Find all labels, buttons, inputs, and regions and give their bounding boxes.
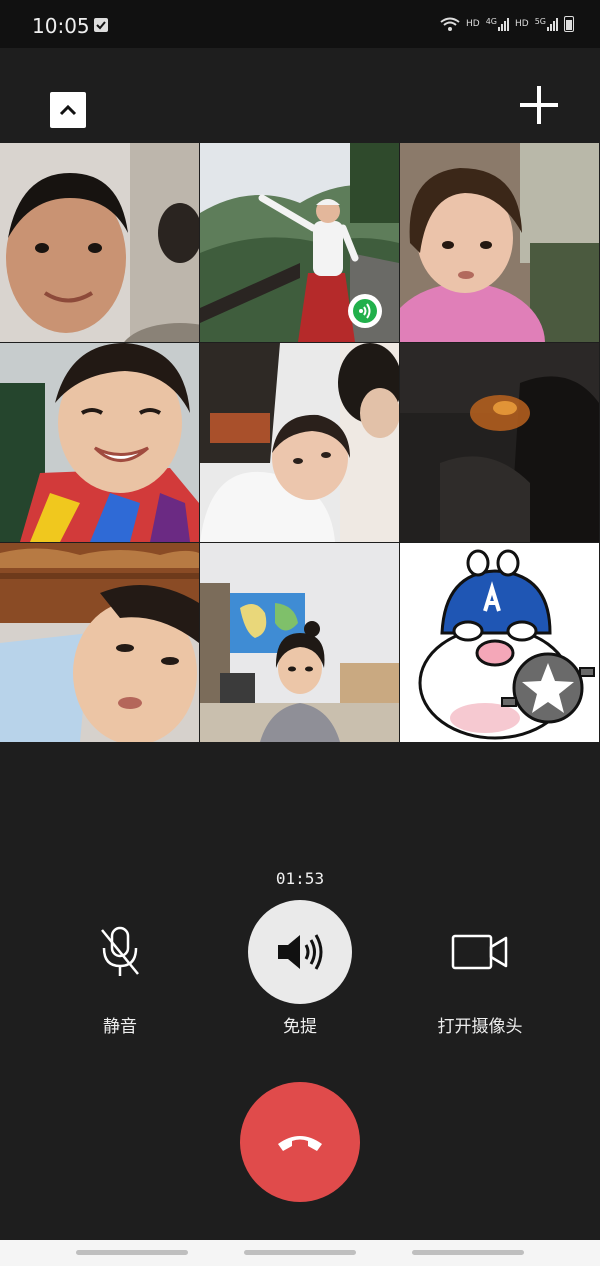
- status-bar: 10:05 HD 4G HD 5G: [0, 0, 600, 48]
- participant-tile-3[interactable]: [400, 143, 599, 342]
- camera-button[interactable]: 打开摄像头: [400, 900, 560, 1037]
- speaker-label: 免提: [283, 1017, 317, 1037]
- wifi-icon: [440, 17, 460, 31]
- 4g-label: 4G: [485, 17, 497, 26]
- call-timer: 01:53: [275, 869, 325, 888]
- system-navigation-bar: [0, 1240, 600, 1266]
- plus-icon: [520, 86, 558, 124]
- battery-icon: [564, 16, 574, 32]
- signal-5g-icon: 5G: [535, 17, 558, 31]
- end-call-icon: [278, 1136, 322, 1151]
- participant-tile-2[interactable]: [200, 143, 399, 342]
- video-camera-icon: [428, 900, 532, 1004]
- participant-tile-4[interactable]: [0, 343, 199, 542]
- hang-up-button[interactable]: [240, 1082, 360, 1202]
- participant-tile-8[interactable]: [200, 543, 399, 742]
- speaker-icon: [248, 900, 352, 1004]
- notification-check-icon: [94, 18, 108, 32]
- chevron-up-icon: [59, 104, 77, 116]
- speaker-button[interactable]: 免提: [220, 900, 380, 1037]
- 5g-label: 5G: [534, 17, 546, 26]
- hd-label-1: HD: [466, 19, 480, 29]
- participant-tile-5[interactable]: [200, 343, 399, 542]
- participant-tile-9[interactable]: [400, 543, 599, 742]
- status-icons: HD 4G HD 5G: [440, 16, 574, 32]
- nav-recents-handle[interactable]: [76, 1250, 188, 1255]
- camera-label: 打开摄像头: [437, 1017, 523, 1037]
- collapse-button[interactable]: [50, 92, 86, 128]
- speaking-indicator-icon: [348, 294, 382, 328]
- hd-label-2: HD: [515, 19, 529, 29]
- mute-label: 静音: [103, 1017, 137, 1037]
- mute-button[interactable]: 静音: [40, 900, 200, 1037]
- participant-tile-1[interactable]: [0, 143, 199, 342]
- signal-4g-icon: 4G: [486, 17, 509, 31]
- status-time: 10:05: [32, 14, 90, 38]
- mic-off-icon: [68, 900, 172, 1004]
- nav-back-handle[interactable]: [412, 1250, 524, 1255]
- video-grid: [0, 143, 600, 744]
- nav-home-handle[interactable]: [244, 1250, 356, 1255]
- participant-tile-6[interactable]: [400, 343, 599, 542]
- participant-tile-7[interactable]: [0, 543, 199, 742]
- add-participant-button[interactable]: [518, 84, 560, 126]
